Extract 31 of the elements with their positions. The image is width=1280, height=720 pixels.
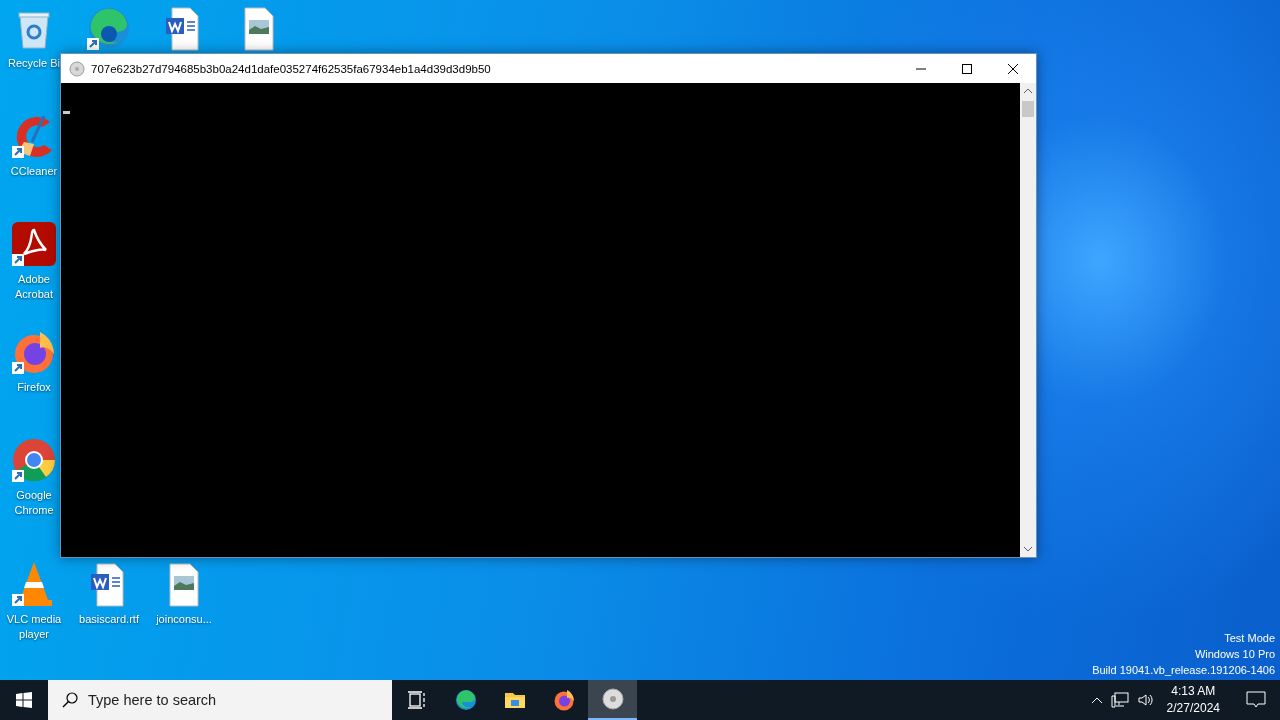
windows-logo-icon	[16, 692, 32, 708]
system-notice-text: Test Mode	[1224, 631, 1275, 646]
edge-icon	[453, 688, 478, 712]
desktop-icon-label: CCleaner	[10, 164, 58, 179]
chevron-up-icon	[1090, 696, 1103, 704]
clock[interactable]: 4:13 AM 2/27/2024	[1158, 680, 1228, 720]
desktop-icon-label: basiscard.rtf	[79, 612, 139, 627]
search-field[interactable]: Type here to search	[48, 680, 392, 720]
close-icon	[1007, 62, 1019, 75]
desktop-icon-label: Firefox	[17, 380, 51, 395]
scrollbar-thumb[interactable]	[1022, 101, 1034, 117]
disc-taskbar-button[interactable]	[588, 680, 637, 720]
network-icon	[1110, 692, 1129, 708]
desktop-icon-label: Google Chrome	[13, 488, 55, 518]
desktop-icon-label: joinconsu...	[156, 612, 212, 627]
disc-icon	[69, 60, 85, 77]
maximize-icon	[961, 62, 973, 75]
scrollbar[interactable]	[1020, 83, 1036, 557]
desktop-icon-label: Recycle Bi	[8, 56, 60, 71]
disc-icon	[600, 687, 625, 711]
text-cursor	[63, 111, 70, 114]
search-icon	[62, 692, 78, 708]
system-notice-text: Windows 10 Pro	[1194, 647, 1275, 662]
chrome-icon[interactable]	[10, 436, 58, 484]
desktop-icon-label: Adobe Acrobat	[14, 272, 54, 302]
window-title: 707e623b27d794685b3b0a24d1dafe035274f62535fa67934eb1a4d39d3d9b50	[91, 62, 491, 75]
volume-icon	[1136, 692, 1155, 708]
notification-icon	[1246, 691, 1266, 709]
acrobat-icon[interactable]	[10, 220, 58, 268]
desktop-icon-label: VLC media player	[5, 612, 63, 642]
system-notice-text: Build 19041.vb_release.191206-1406	[1092, 663, 1275, 678]
